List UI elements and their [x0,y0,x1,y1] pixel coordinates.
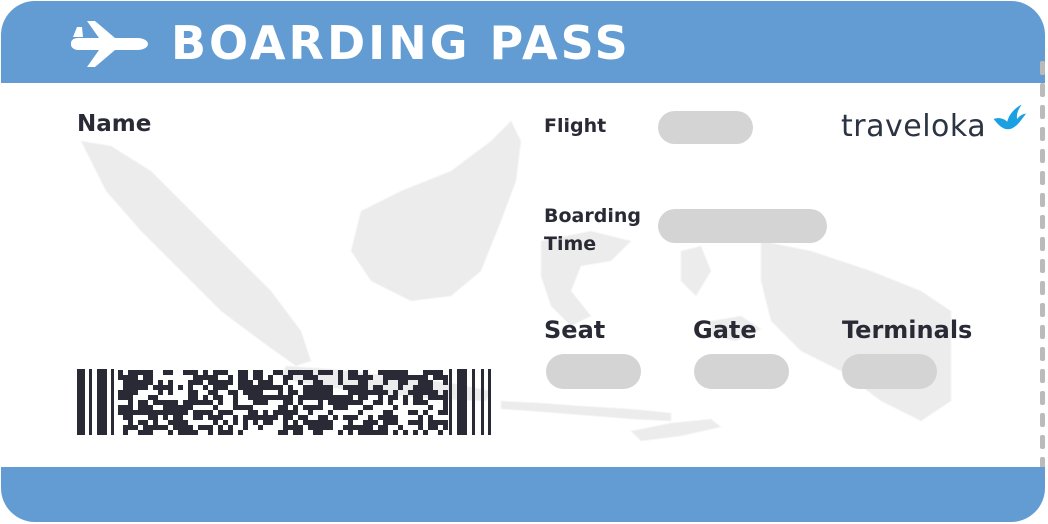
boarding-time-label-line1: Boarding [544,205,641,227]
name-label: Name [77,111,152,137]
page-title: BOARDING PASS [171,16,631,70]
boarding-time-label-line2: Time [544,233,597,255]
flight-value-placeholder [658,111,753,144]
boarding-pass-ticket: BOARDING PASS Name Flight Boarding Time … [1,1,1045,522]
bird-icon [993,104,1027,130]
traveloka-logo: traveloka [841,101,1031,151]
terminals-value-placeholder [842,354,937,389]
gate-label: Gate [693,316,757,344]
airplane-icon [71,21,148,67]
barcode [77,369,491,435]
terminals-label: Terminals [842,316,973,344]
flight-label: Flight [544,115,607,137]
perforation-edge [1040,61,1045,467]
logo-text: traveloka [841,109,987,144]
boarding-time-label: Boarding Time [544,202,641,258]
seat-label: Seat [544,316,606,344]
gate-value-placeholder [694,354,789,389]
boarding-time-value-placeholder [658,209,827,243]
footer-band [1,467,1045,522]
seat-value-placeholder [546,354,641,389]
